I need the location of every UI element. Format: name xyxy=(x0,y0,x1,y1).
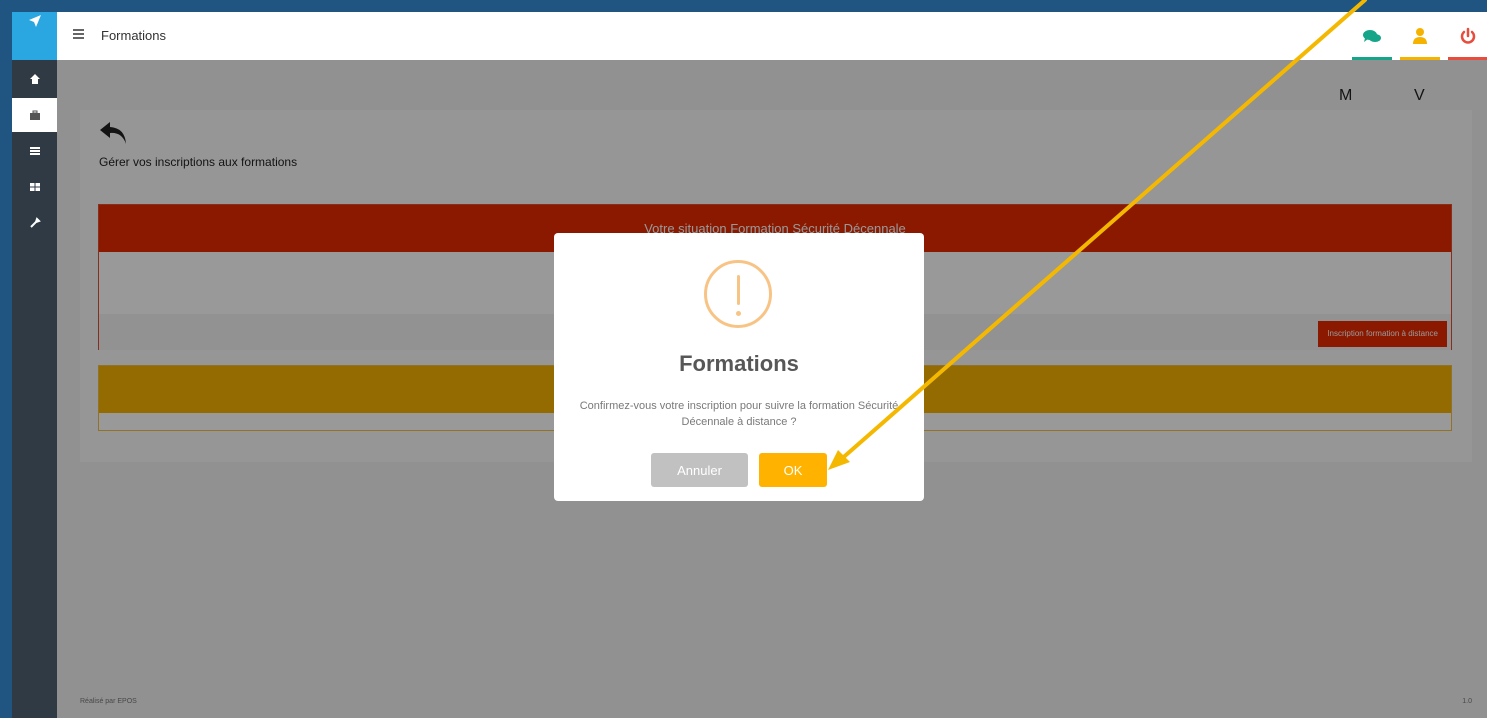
confirm-dialog: Formations Confirmez-vous votre inscript… xyxy=(554,233,924,501)
sidebar-logo[interactable] xyxy=(12,12,57,60)
profile-button[interactable] xyxy=(1397,12,1443,60)
wrench-icon xyxy=(29,217,41,228)
sidebar xyxy=(12,12,57,718)
sidebar-item-documents[interactable] xyxy=(12,134,57,168)
sidebar-item-formations[interactable] xyxy=(12,98,57,132)
send-icon xyxy=(28,15,41,27)
list-icon xyxy=(29,147,40,155)
sidebar-item-table[interactable] xyxy=(12,170,57,204)
user-icon xyxy=(1413,28,1427,44)
page-title: Formations xyxy=(101,28,167,43)
grid-icon xyxy=(29,183,40,191)
chat-icon xyxy=(1363,30,1381,42)
top-bar: Formations xyxy=(57,12,1487,60)
dialog-message: Confirmez-vous votre inscription pour su… xyxy=(579,400,899,428)
menu-icon[interactable] xyxy=(73,29,84,39)
dialog-title: Formations xyxy=(679,351,799,376)
cancel-button[interactable]: Annuler xyxy=(651,453,748,487)
power-icon xyxy=(1460,27,1476,44)
briefcase-icon xyxy=(29,110,40,120)
chat-button[interactable] xyxy=(1349,12,1395,60)
sidebar-item-tools[interactable] xyxy=(12,206,57,240)
warning-icon xyxy=(704,260,772,328)
logout-button[interactable] xyxy=(1445,12,1487,60)
ok-button[interactable]: OK xyxy=(759,453,827,487)
home-icon xyxy=(29,74,40,84)
sidebar-item-home[interactable] xyxy=(12,62,57,96)
